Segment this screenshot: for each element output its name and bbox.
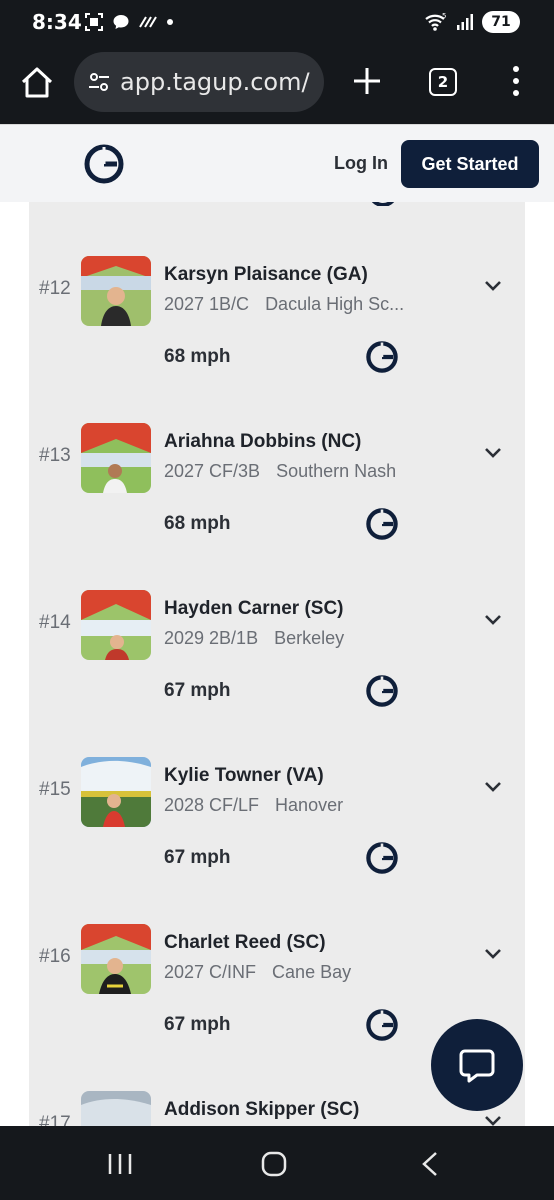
player-year-position: 2027 CF/3B [164,461,261,481]
notification-icons [84,12,174,32]
player-row[interactable]: #12 Karsyn Plaisance (GA) 2027 1B/C Dacul… [29,256,525,423]
main-content: #12 Karsyn Plaisance (GA) 2027 1B/C Dacul… [0,202,554,1126]
player-rank: #12 [39,278,71,299]
home-icon[interactable] [261,1151,287,1177]
chevron-down-icon[interactable] [484,280,502,292]
get-started-button[interactable]: Get Started [401,140,539,188]
player-speed: 67 mph [164,1014,231,1035]
cell-signal-icon [457,14,473,30]
dot-icon [167,19,173,25]
login-link[interactable]: Log In [334,153,388,174]
tab-count: 2 [437,73,449,91]
player-photo [81,757,151,827]
player-name: Hayden Carner (SC) [164,598,344,619]
svg-text:5: 5 [442,12,446,20]
browser-toolbar: app.tagup.com/ 2 [0,46,554,124]
tagup-logo [366,842,398,874]
battery-indicator: 71 [482,11,520,33]
chat-notification-icon [113,15,129,29]
more-menu-icon[interactable] [506,64,526,98]
player-name: Kylie Towner (VA) [164,765,324,786]
tagup-logo[interactable] [84,144,124,184]
tagup-logo [366,1009,398,1041]
battery-level: 71 [491,14,511,30]
tagup-logo [366,675,398,707]
player-year-position: 2027 C/INF [164,962,257,982]
system-navigation-bar [0,1126,554,1200]
player-speed: 67 mph [164,847,231,868]
chevron-down-icon[interactable] [484,781,502,793]
url-text: app.tagup.com/ [120,68,310,96]
recent-apps-icon[interactable] [106,1152,134,1176]
player-speed: 67 mph [164,680,231,701]
player-details: 2027 C/INF Cane Bay [164,962,424,983]
player-school: Dacula High Sc... [265,294,405,314]
player-photo [81,423,151,493]
player-rank: #17 [39,1113,71,1126]
chevron-down-icon[interactable] [484,447,502,459]
site-settings-icon[interactable] [86,69,112,95]
player-school: Berkeley [274,628,345,648]
player-details: 2027 1B/C Dacula High Sc... [164,294,424,315]
home-icon[interactable] [18,64,56,102]
tagup-logo [366,508,398,540]
leaderboard-list: #12 Karsyn Plaisance (GA) 2027 1B/C Dacul… [29,202,525,1126]
player-year-position: 2027 1B/C [164,294,250,314]
site-header: Log In Get Started [0,124,554,202]
wifi-icon: 5 [425,12,446,31]
player-school: Hanover [275,795,344,815]
player-school: Cane Bay [272,962,352,982]
player-photo [81,1091,151,1126]
player-details: 2028 CF/LF Hanover [164,795,424,816]
player-details: 2029 2B/1B Berkeley [164,628,424,649]
player-year-position: 2028 CF/LF [164,795,260,815]
chevron-down-icon[interactable] [484,614,502,626]
chevron-down-icon[interactable] [484,948,502,960]
player-row[interactable]: #15 Kylie Towner (VA) 2028 CF/LF Hanover … [29,757,525,924]
chevron-down-icon[interactable] [484,1115,502,1126]
player-school: Southern Nash [276,461,397,481]
tagup-logo [366,341,398,373]
player-speed: 68 mph [164,346,231,367]
tagup-logo [371,202,395,206]
player-name: Addison Skipper (SC) [164,1099,360,1120]
player-rank: #13 [39,445,71,466]
tab-switcher-button[interactable]: 2 [429,68,457,96]
player-rank: #16 [39,946,71,967]
status-bar: 8:34 5 71 [0,0,554,46]
player-photo [81,924,151,994]
wifi-calling-icon [139,16,157,28]
player-speed: 68 mph [164,513,231,534]
player-name: Karsyn Plaisance (GA) [164,264,368,285]
status-time: 8:34 [32,10,82,34]
chat-support-button[interactable] [431,1019,523,1111]
player-photo [81,590,151,660]
player-rank: #14 [39,612,71,633]
player-details: 2027 CF/3B Southern Nash [164,461,424,482]
player-name: Ariahna Dobbins (NC) [164,431,362,452]
new-tab-icon[interactable] [350,64,384,98]
player-rank: #15 [39,779,71,800]
address-bar[interactable]: app.tagup.com/ [74,52,324,112]
player-year-position: 2029 2B/1B [164,628,259,648]
player-name: Charlet Reed (SC) [164,932,326,953]
back-icon[interactable] [420,1151,440,1177]
player-photo [81,256,151,326]
player-row[interactable]: #13 Ariahna Dobbins (NC) 2027 CF/3B South… [29,423,525,590]
player-row[interactable]: #14 Hayden Carner (SC) 2029 2B/1B Berkele… [29,590,525,757]
screenshot-icon [85,13,103,31]
system-icons: 5 71 [424,11,520,33]
chat-bubble-icon [459,1049,495,1083]
